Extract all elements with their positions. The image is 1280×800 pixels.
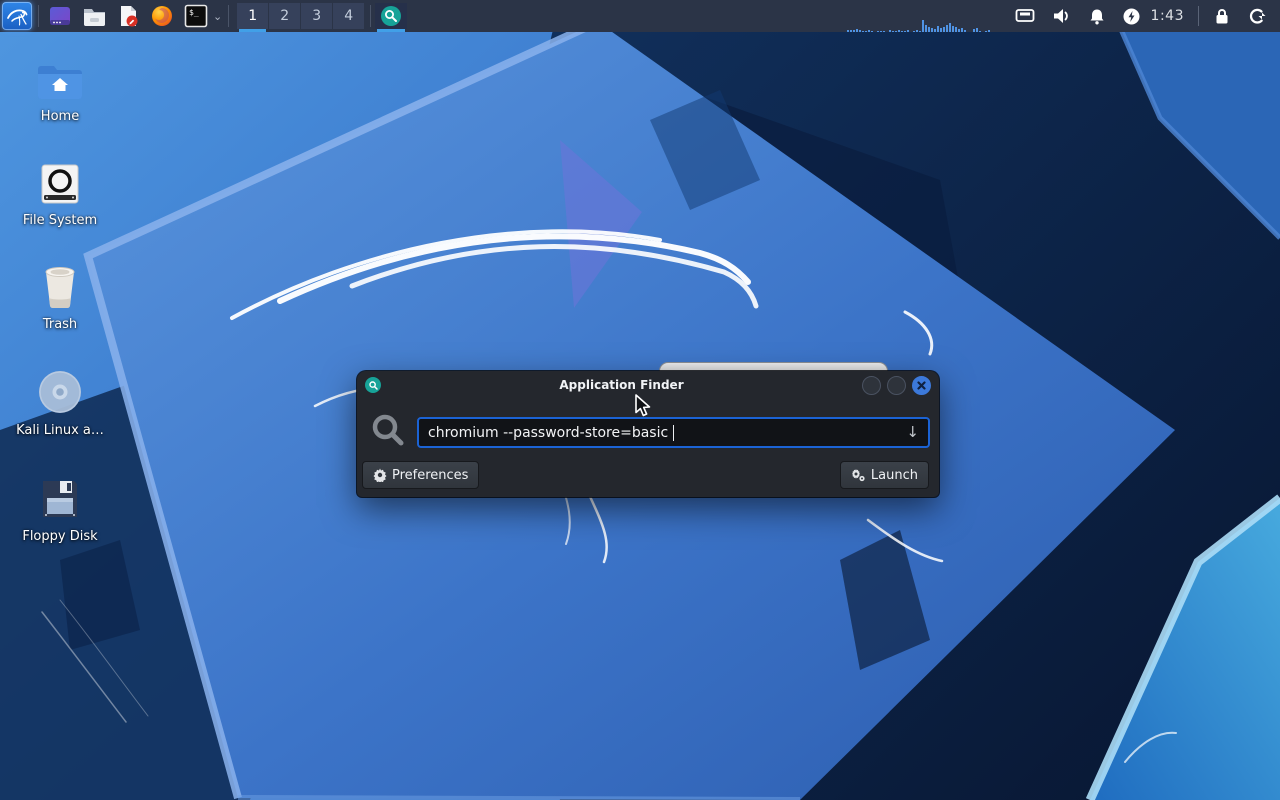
panel-separator [370, 5, 372, 27]
panel-separator [38, 5, 39, 27]
workspace-number: 2 [280, 8, 290, 24]
desktop-icon-file-system[interactable]: File System [8, 158, 112, 228]
taskbar-application-finder[interactable] [375, 3, 408, 32]
cpu-graph[interactable] [844, 0, 996, 32]
workspace-number: 1 [248, 8, 258, 24]
dropdown-arrow-icon[interactable]: ↓ [906, 425, 919, 440]
launch-gears-icon [851, 469, 865, 482]
workspace-4[interactable]: 4 [333, 3, 365, 29]
desktop-icon-kali-cd[interactable]: Kali Linux a… [8, 368, 112, 438]
preferences-label: Preferences [392, 467, 469, 483]
system-tray: 1:43 [844, 0, 1280, 32]
file-manager-icon [83, 9, 105, 26]
svg-text:$_: $_ [189, 8, 199, 17]
home-folder-icon [8, 54, 112, 100]
close-icon [917, 380, 926, 390]
kali-logo-icon [7, 9, 28, 26]
workspace-3[interactable]: 3 [301, 3, 333, 29]
desktop-icon-label: Floppy Disk [22, 529, 98, 544]
network-icon[interactable] [1015, 8, 1035, 24]
volume-icon[interactable] [1053, 8, 1071, 24]
workspace-2[interactable]: 2 [269, 3, 301, 29]
tray-separator [1198, 6, 1199, 26]
notifications-bell-icon[interactable] [1089, 8, 1105, 25]
text-caret [673, 424, 675, 441]
terminal-icon: $_ [184, 4, 208, 28]
launcher-firefox[interactable] [149, 3, 175, 29]
dialog-title: Application Finder [559, 378, 684, 392]
desktop-icon-label: File System [22, 213, 98, 228]
close-button[interactable] [912, 375, 931, 395]
trash-bucket-icon [8, 262, 112, 308]
floppy-disk-icon [8, 474, 112, 520]
mouse-cursor [634, 394, 656, 422]
workspace-1[interactable]: 1 [237, 3, 269, 32]
desktop-icon-label: Trash [42, 317, 78, 332]
text-editor-icon [121, 6, 138, 27]
workspace-number: 4 [344, 8, 354, 24]
gear-icon [373, 468, 387, 482]
desktop-icon-home[interactable]: Home [8, 54, 112, 124]
hard-drive-icon [8, 158, 112, 204]
minimize-button[interactable] [862, 375, 881, 395]
maximize-button[interactable] [887, 375, 906, 395]
preferences-button[interactable]: Preferences [362, 461, 480, 489]
search-input-value: chromium --password-store=basic [428, 424, 669, 441]
launcher-terminal[interactable]: $_ [183, 3, 209, 29]
screen-lock-icon[interactable] [1214, 8, 1230, 25]
desktop-root: Home File System Trash Kali Linux a… Flo… [0, 0, 1280, 800]
applications-menu-button[interactable] [2, 2, 32, 30]
launch-button[interactable]: Launch [839, 461, 929, 489]
application-finder-icon [381, 6, 402, 26]
window-manager-icon [50, 7, 70, 25]
application-finder-dialog: Application Finder chromium --password-s… [357, 371, 939, 497]
workspace-number: 3 [312, 8, 322, 24]
panel-separator [228, 5, 230, 27]
firefox-icon [152, 6, 172, 26]
application-finder-mini-icon [365, 377, 381, 393]
top-panel: $_ ⌄ 1 2 3 4 1:43 [0, 0, 1280, 32]
launcher-file-manager[interactable] [81, 3, 107, 29]
desktop-icon-label: Home [40, 109, 80, 124]
launch-label: Launch [870, 467, 918, 483]
launcher-dropdown-caret[interactable]: ⌄ [213, 10, 222, 23]
search-icon [370, 412, 406, 452]
desktop-icon-floppy-disk[interactable]: Floppy Disk [8, 474, 112, 544]
optical-disc-icon [8, 368, 112, 414]
power-manager-icon[interactable] [1123, 8, 1140, 25]
desktop-icon-trash[interactable]: Trash [8, 262, 112, 332]
log-out-icon[interactable] [1248, 7, 1266, 25]
clock[interactable]: 1:43 [1151, 8, 1184, 24]
launcher-text-editor[interactable] [115, 3, 141, 29]
desktop-icon-label: Kali Linux a… [16, 423, 104, 438]
search-input[interactable]: chromium --password-store=basic ↓ [417, 417, 930, 448]
launcher-window-manager[interactable] [47, 3, 73, 29]
